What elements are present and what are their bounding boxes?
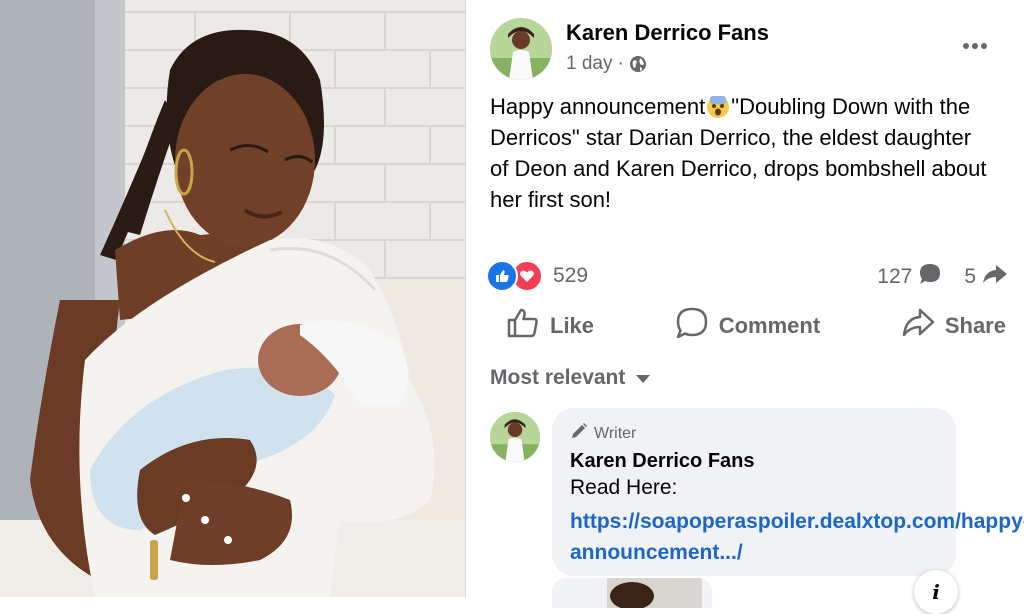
thumbs-up-icon <box>506 306 540 346</box>
next-comment-preview[interactable] <box>552 578 712 608</box>
page-name[interactable]: Karen Derrico Fans <box>566 20 769 46</box>
info-icon[interactable]: i <box>914 570 958 614</box>
reactions-count: 529 <box>553 264 589 287</box>
writer-badge: Writer <box>570 422 636 445</box>
facebook-post: Karen Derrico Fans 1 day · Happy announc… <box>466 0 1024 614</box>
post-actions: Like Comment Share <box>506 306 1006 346</box>
photo-illustration <box>0 0 465 597</box>
share-button[interactable]: Share <box>901 306 1006 346</box>
engagement-counts: 127 5 <box>877 262 1008 292</box>
comment-bubble-icon <box>918 262 942 292</box>
page-avatar[interactable] <box>490 18 552 80</box>
pencil-icon <box>570 422 588 445</box>
comment-text: Read Here: <box>570 476 678 499</box>
share-label: Share <box>944 313 1006 338</box>
writer-label: Writer <box>594 424 637 442</box>
globe-icon <box>629 55 647 73</box>
comment-button[interactable]: Comment <box>675 306 820 346</box>
post-time[interactable]: 1 day <box>566 53 612 75</box>
like-button[interactable]: Like <box>506 306 594 346</box>
comments-count[interactable]: 127 <box>877 265 912 289</box>
shares-count[interactable]: 5 <box>964 265 976 289</box>
comment-author[interactable]: Karen Derrico Fans <box>570 450 755 473</box>
comment-bubble: Writer Karen Derrico Fans Read Here: htt… <box>552 408 1024 576</box>
like-icon <box>486 260 518 292</box>
caret-down-icon <box>635 366 651 390</box>
comment-sort-dropdown[interactable]: Most relevant <box>490 366 651 390</box>
post-text: Happy announcement "Doubling Down with t… <box>490 91 990 215</box>
post-text-intro: Happy announcement <box>490 94 706 119</box>
comment-label: Comment <box>718 313 821 338</box>
comment-icon <box>675 306 709 346</box>
share-arrow-icon <box>982 262 1008 292</box>
commenter-avatar[interactable] <box>490 412 540 462</box>
post-photo[interactable] <box>0 0 465 597</box>
comment-link[interactable]: https://soapoperaspoiler.dealxtop.com/ha… <box>570 506 1024 568</box>
sort-label: Most relevant <box>490 366 626 389</box>
reactions-summary[interactable]: 529 <box>486 260 588 292</box>
shocked-face-emoji <box>705 93 731 119</box>
like-label: Like <box>550 313 595 338</box>
post-meta: 1 day · <box>566 53 647 75</box>
meta-separator: · <box>617 53 624 74</box>
share-icon <box>901 306 935 346</box>
more-horizontal-icon[interactable] <box>960 36 990 56</box>
